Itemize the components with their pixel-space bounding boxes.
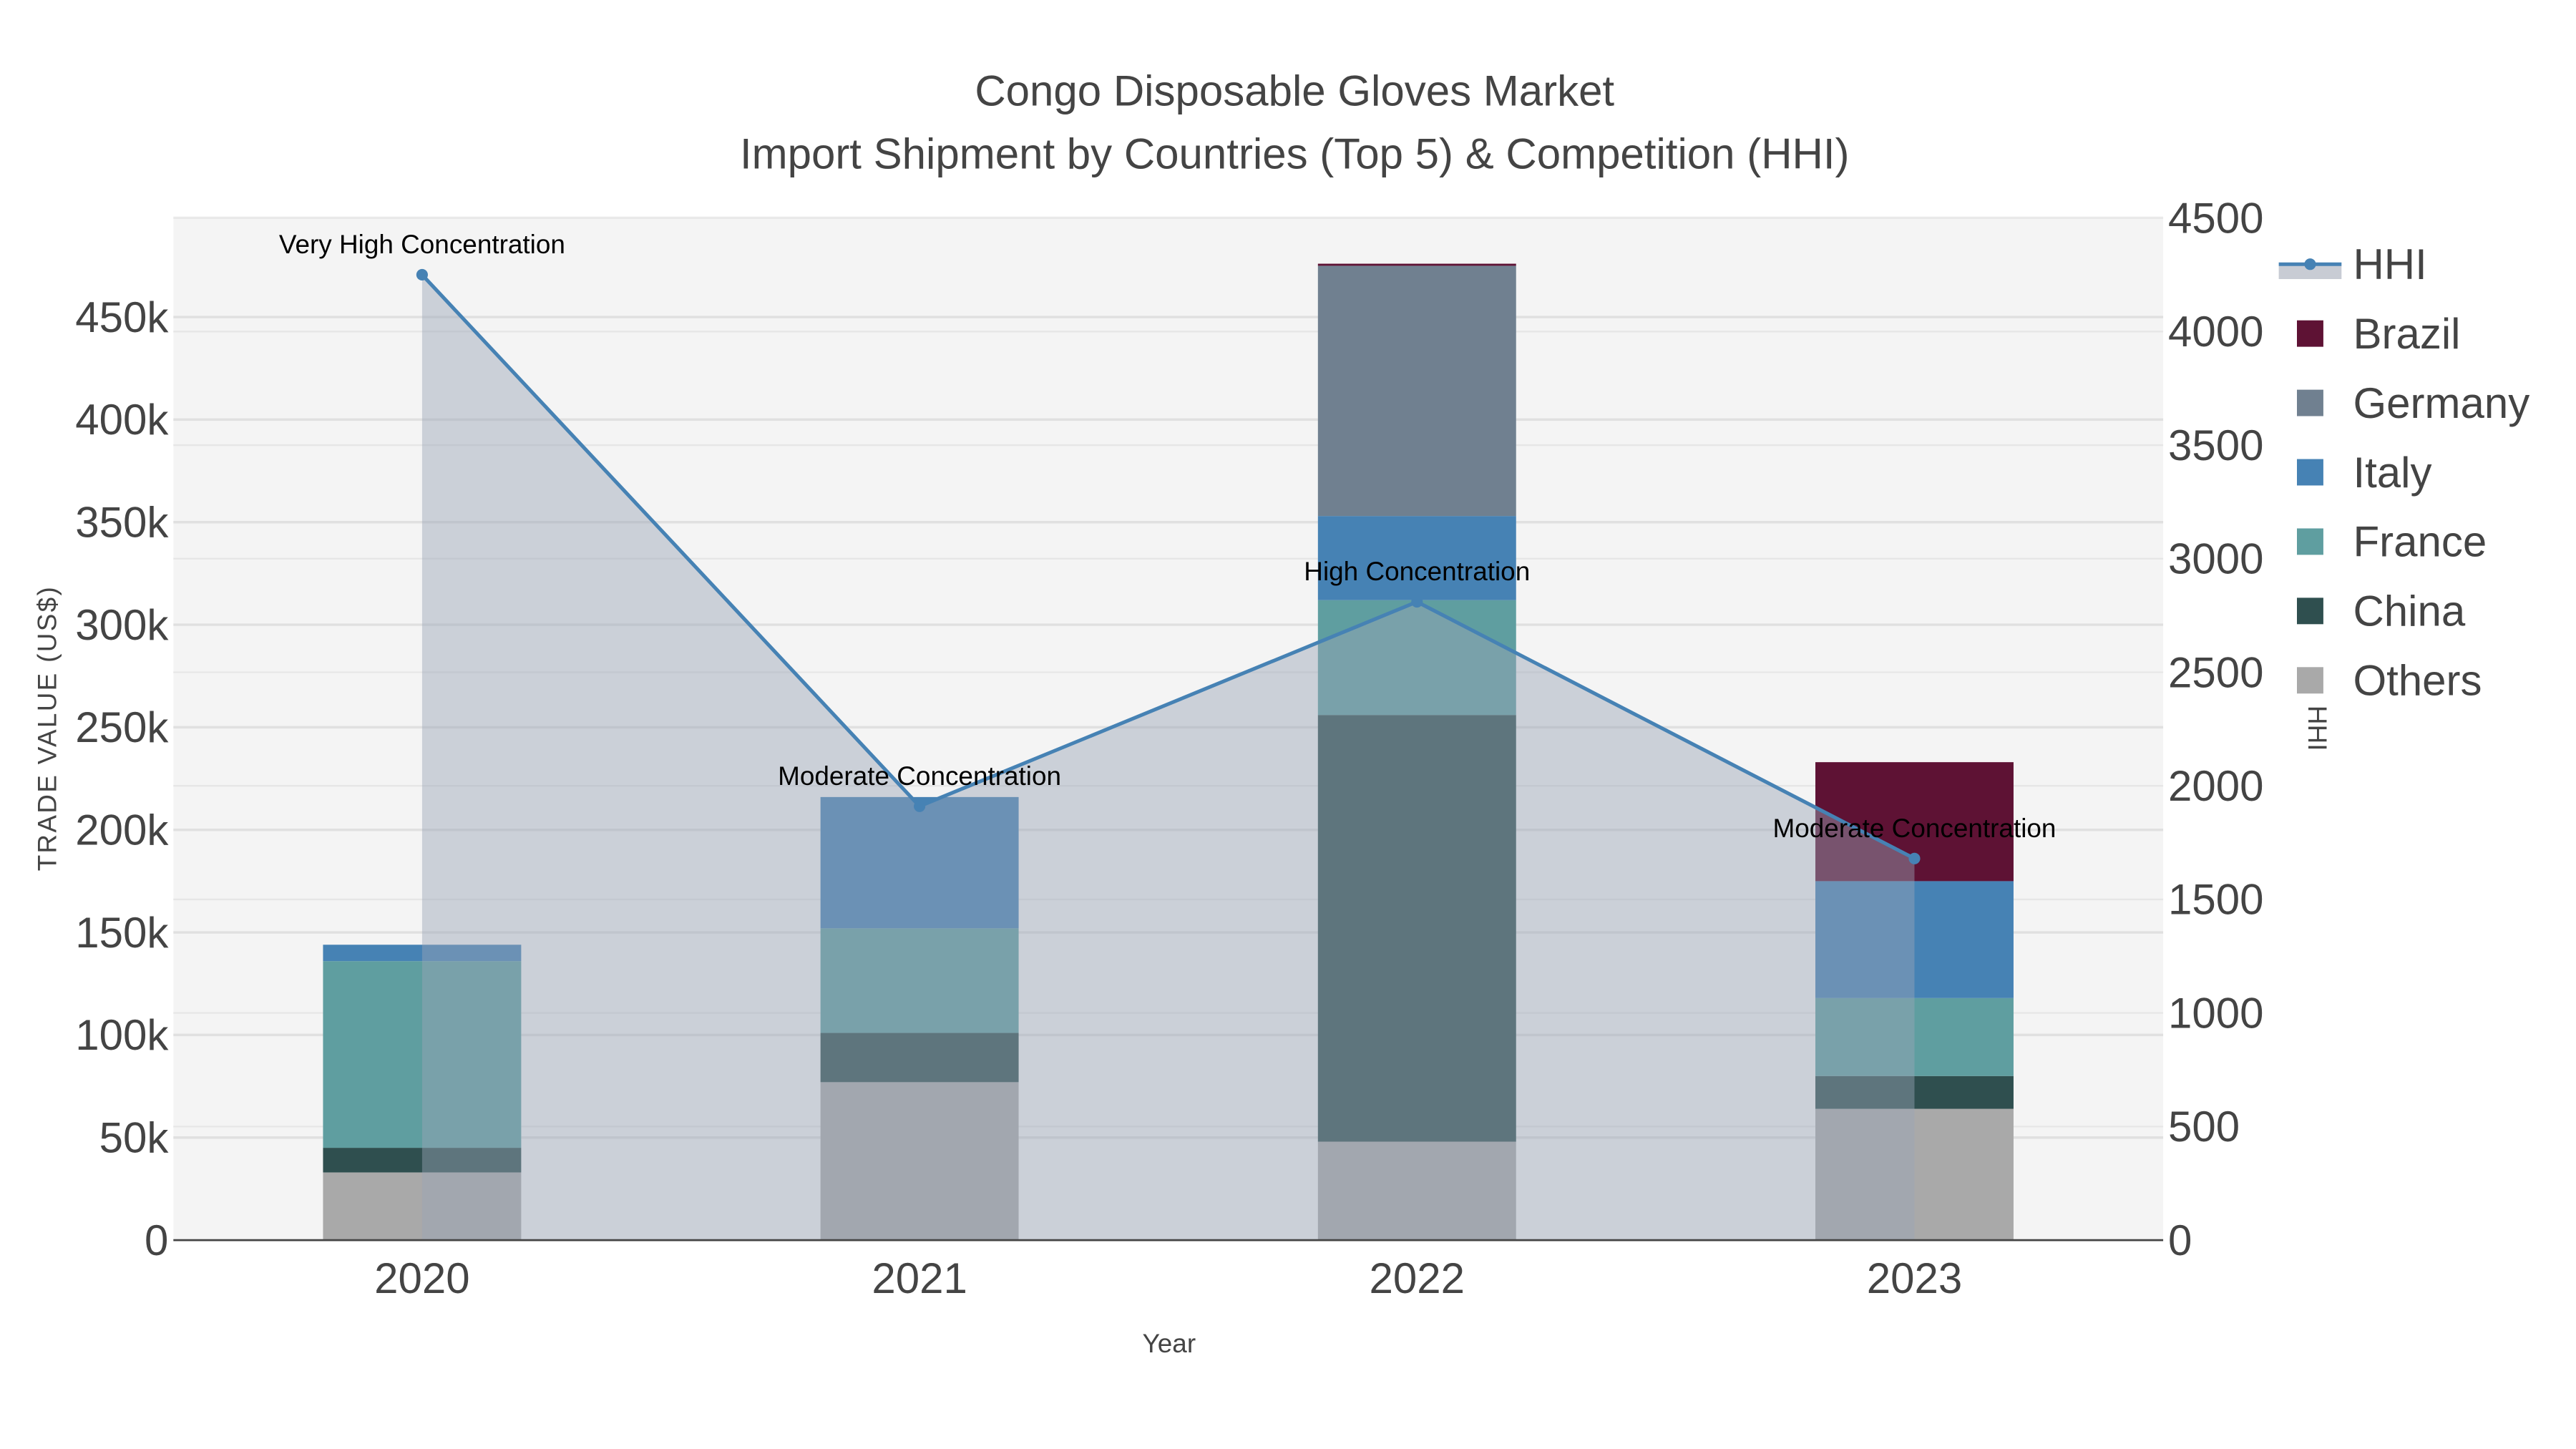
y-tick-label: 0 bbox=[145, 1216, 168, 1264]
y2-tick-label: 1500 bbox=[2168, 876, 2263, 924]
hhi-annotation: Very High Concentration bbox=[279, 230, 565, 259]
x-tick-label: 2023 bbox=[1867, 1254, 1962, 1302]
x-tick-label: 2020 bbox=[374, 1254, 469, 1302]
chart-subtitle: Import Shipment by Countries (Top 5) & C… bbox=[740, 130, 1850, 177]
y-axis-title: TRADE VALUE (US$) bbox=[32, 585, 62, 871]
y-tick-label: 400k bbox=[75, 396, 169, 444]
legend: HHI Brazil Germany Italy France China Others bbox=[2278, 240, 2529, 705]
hhi-annotation: High Concentration bbox=[1304, 557, 1530, 586]
x-axis-ticks: 2020 2021 2022 2023 bbox=[374, 1254, 1962, 1302]
y-tick-label: 300k bbox=[75, 601, 169, 649]
legend-label-hhi: HHI bbox=[2353, 240, 2426, 288]
y2-axis-ticks: 0 500 1000 1500 2000 2500 3000 3500 4000 4500 bbox=[2168, 194, 2263, 1264]
legend-label-france: France bbox=[2353, 518, 2487, 566]
chart: 0 50k 100k 150k 200k 250k 300k 350k 400k 450k 0 50… bbox=[32, 67, 2529, 1358]
x-tick-label: 2022 bbox=[1370, 1254, 1465, 1302]
y-tick-label: 450k bbox=[75, 293, 169, 341]
hhi-point bbox=[1908, 852, 1921, 864]
y2-tick-label: 2500 bbox=[2168, 648, 2263, 696]
y2-axis-title: HHI bbox=[2303, 706, 2332, 751]
hhi-point bbox=[1411, 596, 1423, 608]
y2-tick-label: 500 bbox=[2168, 1103, 2240, 1151]
bar-brazil-2022 bbox=[1317, 263, 1516, 266]
y-tick-label: 150k bbox=[75, 909, 169, 957]
y2-tick-label: 2000 bbox=[2168, 762, 2263, 810]
y-axis-ticks: 0 50k 100k 150k 200k 250k 300k 350k 400k 450k bbox=[75, 293, 169, 1264]
x-axis-title: Year bbox=[1143, 1329, 1196, 1358]
y2-tick-label: 3000 bbox=[2168, 535, 2263, 583]
y2-tick-label: 0 bbox=[2168, 1216, 2192, 1264]
y2-tick-label: 3500 bbox=[2168, 421, 2263, 469]
legend-swatch-france bbox=[2297, 528, 2323, 555]
legend-swatch-germany bbox=[2297, 389, 2323, 416]
y2-tick-label: 4000 bbox=[2168, 308, 2263, 356]
legend-swatch-china bbox=[2297, 597, 2323, 625]
legend-label-others: Others bbox=[2353, 657, 2482, 705]
legend-label-germany: Germany bbox=[2353, 379, 2529, 427]
y2-tick-label: 1000 bbox=[2168, 989, 2263, 1037]
hhi-point bbox=[914, 800, 926, 812]
hhi-annotation: Moderate Concentration bbox=[778, 761, 1061, 791]
y-tick-label: 200k bbox=[75, 806, 169, 854]
legend-label-brazil: Brazil bbox=[2353, 310, 2460, 358]
x-tick-label: 2021 bbox=[872, 1254, 967, 1302]
y-tick-label: 350k bbox=[75, 499, 169, 547]
legend-label-china: China bbox=[2353, 587, 2465, 635]
legend-hhi-marker bbox=[2304, 258, 2316, 270]
y-tick-label: 100k bbox=[75, 1011, 169, 1059]
legend-swatch-others bbox=[2297, 667, 2323, 694]
legend-swatch-italy bbox=[2297, 459, 2323, 486]
hhi-annotation: Moderate Concentration bbox=[1773, 814, 2057, 843]
y-tick-label: 250k bbox=[75, 703, 169, 751]
legend-swatch-brazil bbox=[2297, 320, 2323, 347]
y2-tick-label: 4500 bbox=[2168, 194, 2263, 242]
bar-germany-2022 bbox=[1317, 265, 1516, 517]
legend-label-italy: Italy bbox=[2353, 449, 2431, 497]
hhi-point bbox=[416, 268, 428, 281]
y-tick-label: 50k bbox=[99, 1114, 170, 1162]
chart-title: Congo Disposable Gloves Market bbox=[975, 67, 1614, 115]
